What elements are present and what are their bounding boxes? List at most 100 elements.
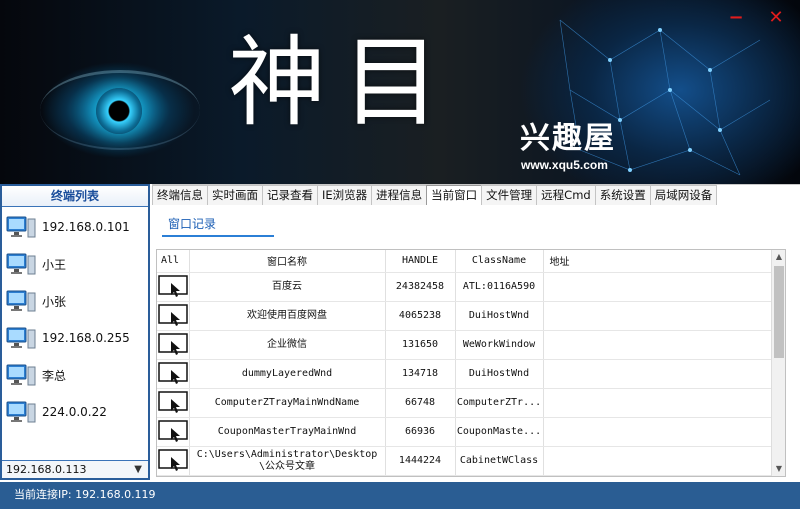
window-name-cell: 企业微信 xyxy=(189,330,386,360)
address-cell xyxy=(543,446,772,476)
window-pointer-icon xyxy=(158,274,188,297)
terminal-label: 192.168.0.255 xyxy=(42,331,130,345)
header-classname[interactable]: ClassName xyxy=(455,250,544,273)
terminal-item[interactable]: 192.168.0.101 xyxy=(6,212,130,242)
tab-remote-cmd[interactable]: 远程Cmd xyxy=(536,185,596,205)
header-address[interactable]: 地址 xyxy=(543,250,772,273)
terminal-label: 小王 xyxy=(42,257,67,272)
terminal-item[interactable]: 192.168.0.255 xyxy=(6,323,130,353)
terminal-label: 192.168.0.101 xyxy=(42,220,130,234)
table-row[interactable]: CouponMasterTrayMainWnd 66936 CouponMast… xyxy=(157,417,772,447)
computer-icon xyxy=(6,327,36,349)
handle-cell: 24382458 xyxy=(385,272,456,302)
terminal-item[interactable]: 224.0.0.22 xyxy=(6,397,107,427)
table-row[interactable]: dummyLayeredWnd 134718 DuiHostWnd xyxy=(157,359,772,389)
handle-cell: 131650 xyxy=(385,330,456,360)
table-row[interactable]: C:\Users\Administrator\Desktop\公众号文章 144… xyxy=(157,446,772,476)
window-pointer-icon xyxy=(158,448,188,471)
window-name-cell: 欢迎使用百度网盘 xyxy=(189,301,386,331)
address-cell xyxy=(543,359,772,389)
brand-logo: 兴趣屋 xyxy=(520,121,616,156)
table-row[interactable]: 百度云 24382458 ATL:0116A590 xyxy=(157,272,772,302)
window-pointer-icon xyxy=(158,390,188,413)
terminal-item[interactable]: 小张 xyxy=(6,286,66,316)
tab-ie-browser[interactable]: IE浏览器 xyxy=(317,185,373,205)
tab-record-view[interactable]: 记录查看 xyxy=(262,185,318,205)
main-panel: 终端信息 实时画面 记录查看 IE浏览器 进程信息 当前窗口 文件管理 远程Cm… xyxy=(152,184,800,480)
chevron-down-icon: ▼ xyxy=(134,464,142,475)
handle-cell: 66748 xyxy=(385,388,456,418)
terminal-label: 小张 xyxy=(42,294,67,309)
header-all[interactable]: All xyxy=(157,250,190,273)
ip-select-value: 192.168.0.113 xyxy=(6,463,87,476)
network-graphic xyxy=(559,19,771,176)
address-cell xyxy=(543,388,772,418)
window-name-cell: C:\Users\Administrator\Desktop\公众号文章 xyxy=(189,446,386,476)
window-pointer-icon xyxy=(158,419,188,442)
classname-cell: WeWorkWindow xyxy=(455,330,544,360)
status-bar: 当前连接IP: 192.168.0.119 xyxy=(0,482,800,509)
tab-terminal-info[interactable]: 终端信息 xyxy=(152,185,208,205)
computer-icon xyxy=(6,290,36,312)
classname-cell: DuiHostWnd xyxy=(455,301,544,331)
classname-cell: DuiHostWnd xyxy=(455,359,544,389)
tab-live-screen[interactable]: 实时画面 xyxy=(207,185,263,205)
classname-cell: CouponMaste... xyxy=(455,417,544,447)
computer-icon xyxy=(6,216,36,238)
tab-system-settings[interactable]: 系统设置 xyxy=(594,185,651,205)
close-button[interactable]: ✕ xyxy=(768,9,784,27)
computer-icon xyxy=(6,401,36,423)
vertical-scrollbar[interactable]: ▲ ▼ xyxy=(771,250,785,476)
tab-process-info[interactable]: 进程信息 xyxy=(371,185,428,205)
status-text: 当前连接IP: 192.168.0.119 xyxy=(14,488,156,501)
terminal-label: 224.0.0.22 xyxy=(42,405,107,419)
window-table: All 窗口名称 HANDLE ClassName 地址 百度云 2438245… xyxy=(156,249,786,477)
window-name-cell: dummyLayeredWnd xyxy=(189,359,386,389)
window-pointer-icon xyxy=(158,303,188,326)
header-handle[interactable]: HANDLE xyxy=(385,250,456,273)
scroll-thumb[interactable] xyxy=(774,266,784,358)
select-cell[interactable] xyxy=(157,359,190,389)
select-cell[interactable] xyxy=(157,388,190,418)
select-cell[interactable] xyxy=(157,446,190,476)
select-cell[interactable] xyxy=(157,417,190,447)
address-cell xyxy=(543,301,772,331)
select-cell[interactable] xyxy=(157,272,190,302)
select-cell[interactable] xyxy=(157,301,190,331)
table-row[interactable]: 欢迎使用百度网盘 4065238 DuiHostWnd xyxy=(157,301,772,331)
window-pointer-icon xyxy=(158,361,188,384)
classname-cell: ComputerZTr... xyxy=(455,388,544,418)
handle-cell: 66936 xyxy=(385,417,456,447)
tab-lan-devices[interactable]: 局域网设备 xyxy=(649,185,718,205)
terminal-label: 李总 xyxy=(42,368,67,383)
scroll-up-icon[interactable]: ▲ xyxy=(772,250,785,264)
ip-select[interactable]: 192.168.0.113 ▼ xyxy=(2,460,148,478)
window-pointer-icon xyxy=(158,332,188,355)
tab-bar: 终端信息 实时画面 记录查看 IE浏览器 进程信息 当前窗口 文件管理 远程Cm… xyxy=(152,185,718,205)
computer-icon xyxy=(6,364,36,386)
scroll-down-icon[interactable]: ▼ xyxy=(772,462,785,476)
window-name-cell: CouponMasterTrayMainWnd xyxy=(189,417,386,447)
eye-iris-graphic xyxy=(96,88,142,134)
address-cell xyxy=(543,330,772,360)
terminal-item[interactable]: 李总 xyxy=(6,360,66,390)
brand-url: www.xqu5.com xyxy=(521,158,608,172)
classname-cell: ATL:0116A590 xyxy=(455,272,544,302)
tab-current-window[interactable]: 当前窗口 xyxy=(426,185,483,205)
subtab-window-records[interactable]: 窗口记录 xyxy=(162,215,274,237)
terminal-item[interactable]: 小王 xyxy=(6,249,66,279)
classname-cell: CabinetWClass xyxy=(455,446,544,476)
table-header-row: All 窗口名称 HANDLE ClassName 地址 xyxy=(157,250,772,273)
minimize-button[interactable]: − xyxy=(728,9,744,27)
app-title: 神目 xyxy=(228,26,457,140)
window-name-cell: ComputerZTrayMainWndName xyxy=(189,388,386,418)
table-row[interactable]: ComputerZTrayMainWndName 66748 ComputerZ… xyxy=(157,388,772,418)
handle-cell: 1444224 xyxy=(385,446,456,476)
tab-file-manager[interactable]: 文件管理 xyxy=(481,185,538,205)
handle-cell: 4065238 xyxy=(385,301,456,331)
window-name-cell: 百度云 xyxy=(189,272,386,302)
terminal-list-panel: 终端列表 192.168.0.101 小王 小张 192.168.0.255 李… xyxy=(0,184,150,480)
header-window-name[interactable]: 窗口名称 xyxy=(189,250,386,273)
select-cell[interactable] xyxy=(157,330,190,360)
table-row[interactable]: 企业微信 131650 WeWorkWindow xyxy=(157,330,772,360)
